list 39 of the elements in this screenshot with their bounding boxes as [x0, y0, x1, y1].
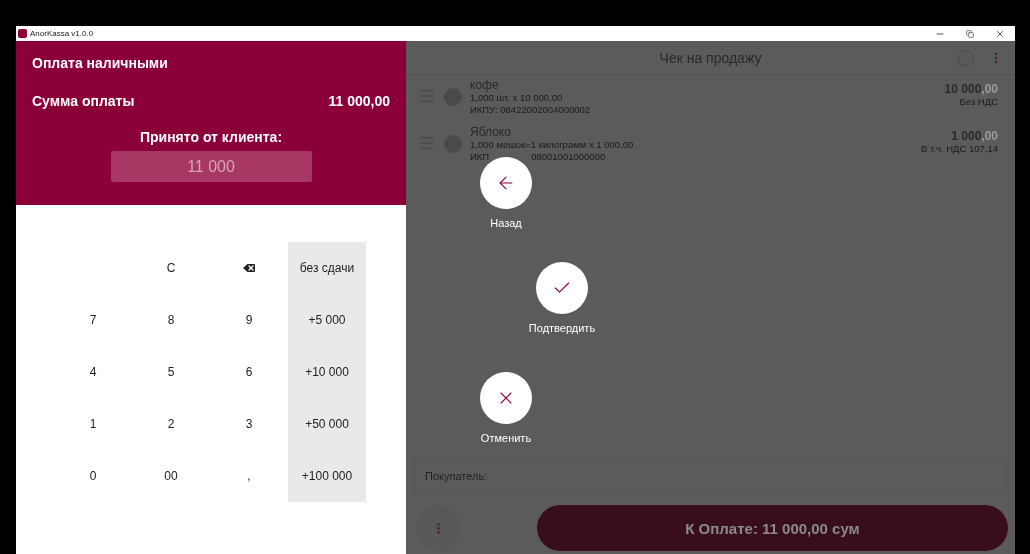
- keypad-key[interactable]: 8: [132, 294, 210, 346]
- app-logo-icon: [18, 29, 27, 38]
- pay-button[interactable]: К Оплате: 11 000,00 сум: [537, 505, 1008, 551]
- received-label: Принято от клиента:: [138, 129, 284, 145]
- quick-amount-key[interactable]: +5 000: [288, 294, 366, 346]
- keypad-key[interactable]: 6: [210, 346, 288, 398]
- restore-icon: [966, 29, 974, 38]
- quick-amount-key[interactable]: +50 000: [288, 398, 366, 450]
- item-code: ИКПУ: 08422002004000002: [470, 104, 591, 116]
- action-label: Назад: [490, 217, 522, 229]
- keypad-key[interactable]: 5: [132, 346, 210, 398]
- keypad-key[interactable]: 2: [132, 398, 210, 450]
- keypad-key[interactable]: 00: [132, 450, 210, 502]
- keypad-key[interactable]: 7: [54, 294, 132, 346]
- window-title: AnorKassa v1.0.0: [30, 29, 95, 38]
- keypad-key[interactable]: 1: [54, 398, 132, 450]
- item-tax: Без НДС: [959, 96, 998, 108]
- action-label: Отменить: [480, 432, 532, 444]
- more-icon: [437, 522, 440, 534]
- item-code: ИКП: [470, 151, 490, 163]
- quick-amount-key[interactable]: +10 000: [288, 346, 366, 398]
- close-icon: [995, 28, 1005, 39]
- buyer-label: Покупатель:: [425, 470, 488, 482]
- keypad-key[interactable]: 0: [54, 450, 132, 502]
- quick-amount-key[interactable]: +100 000: [288, 450, 366, 502]
- keypad-key[interactable]: 4: [54, 346, 132, 398]
- keypad-key[interactable]: ,: [210, 450, 288, 502]
- item-tax: В т.ч. НДС 107,14: [921, 143, 998, 155]
- amount-label: Сумма оплаты: [32, 93, 135, 109]
- confirm-action-button[interactable]: [536, 262, 588, 314]
- keypad-key[interactable]: 9: [210, 294, 288, 346]
- keypad-key[interactable]: C: [132, 242, 210, 294]
- action-label: Подтвердить: [528, 322, 596, 334]
- item-code: 08001001000000: [531, 151, 606, 163]
- panel-title: Оплата наличными: [32, 55, 169, 71]
- keypad-key[interactable]: 3: [210, 398, 288, 450]
- cancel-action-button[interactable]: [480, 372, 532, 424]
- amount-value: 11 000,00: [328, 93, 390, 109]
- quick-amount-key[interactable]: без сдачи: [288, 242, 366, 294]
